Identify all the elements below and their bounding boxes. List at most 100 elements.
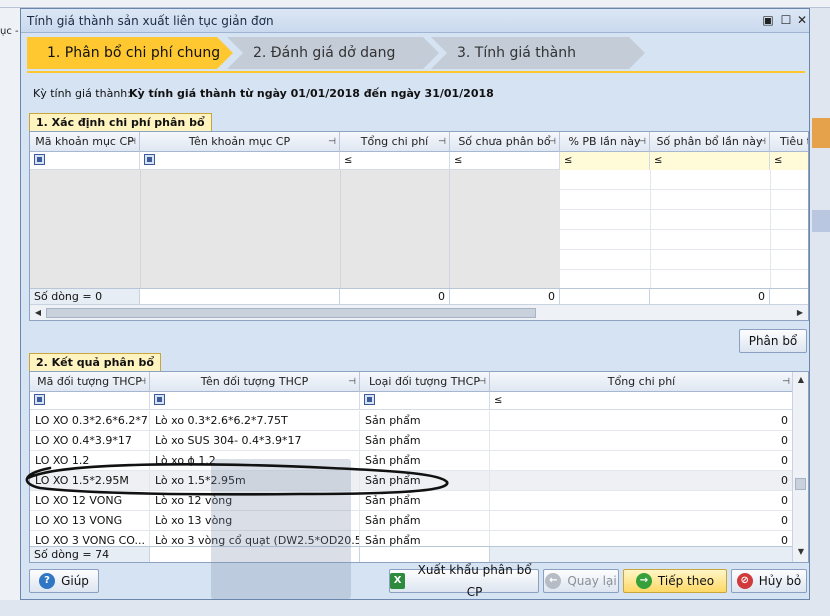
footer-total-cost: 0 [340, 289, 450, 304]
cell-code: LO XO 0.3*2.6*6.2*7... [30, 411, 150, 431]
back-button[interactable]: ← Quay lại [543, 569, 619, 593]
table-row[interactable]: LO XO 1.2 Lò xo ϕ 1.2 Sản phẩm 0 [30, 451, 794, 471]
pin-icon[interactable]: ⊣ [138, 372, 146, 392]
cell-type: Sản phẩm [360, 431, 490, 451]
pin-icon[interactable]: ⊣ [782, 372, 790, 392]
allocate-button[interactable]: Phân bổ [739, 329, 807, 353]
dialog-titlebar[interactable]: Tính giá thành sản xuất liên tục giản đơ… [21, 9, 809, 33]
restore-icon[interactable]: ▣ [761, 13, 775, 27]
filter-cell[interactable]: ≤ [450, 152, 560, 170]
col-criteria[interactable]: Tiêu t [770, 132, 808, 152]
table-row[interactable]: LO XO 13 VONG Lò xo 13 vòng Sản phẩm 0 [30, 511, 794, 531]
background-menu-fragment: ục - [0, 26, 19, 37]
cell-type: Sản phẩm [360, 491, 490, 511]
table-row[interactable]: LO XO 0.3*2.6*6.2*7... Lò xo 0.3*2.6*6.2… [30, 411, 794, 431]
filter-operator[interactable]: ≤ [454, 155, 462, 166]
filter-operator[interactable]: ≤ [654, 155, 662, 166]
cancel-button[interactable]: ⊘ Hủy bỏ [731, 569, 807, 593]
step-allocate-common-cost[interactable]: 1. Phân bổ chi phí chung [27, 37, 233, 69]
filter-operator[interactable]: ≤ [564, 155, 572, 166]
cell-code: LO XO 1.2 [30, 451, 150, 471]
cell-total: 0 [490, 491, 794, 511]
section2-title: 2. Kết quả phân bổ [29, 353, 161, 371]
cancel-icon: ⊘ [736, 573, 753, 589]
table-row-selected[interactable]: LO XO 1.5*2.95M Lò xo 1.5*2.95m Sản phẩm… [30, 471, 794, 491]
cell-code: LO XO 13 VONG [30, 511, 150, 531]
col-object-code[interactable]: Mã đối tượng THCP ⊣ [30, 372, 150, 392]
cell-total: 0 [490, 431, 794, 451]
maximize-icon[interactable]: ☐ [779, 13, 793, 27]
close-icon[interactable]: ✕ [795, 13, 809, 27]
scroll-thumb[interactable] [795, 478, 806, 490]
pin-icon[interactable]: ⊣ [548, 132, 556, 152]
scroll-right-icon[interactable]: ▶ [792, 305, 808, 320]
wizard-steps: 1. Phân bổ chi phí chung 2. Đánh giá dở … [27, 37, 807, 69]
pin-icon[interactable]: ⊣ [128, 132, 136, 152]
grid-empty-body [30, 170, 450, 288]
filter-operator[interactable]: ≤ [344, 155, 352, 166]
step-calculate-cost[interactable]: 3. Tính giá thành [431, 37, 645, 69]
filter-cell[interactable] [150, 392, 360, 410]
pin-icon[interactable]: ⊣ [758, 132, 766, 152]
filter-icon[interactable] [364, 393, 375, 405]
scroll-up-icon[interactable]: ▲ [793, 372, 808, 388]
col-unallocated[interactable]: Số chưa phân bổ ⊣ [450, 132, 560, 152]
horizontal-scrollbar[interactable]: ◀ ▶ [30, 304, 808, 320]
filter-icon[interactable] [154, 393, 165, 405]
filter-cell[interactable]: ≤ [340, 152, 450, 170]
filter-operator[interactable]: ≤ [774, 155, 782, 166]
next-label: Tiếp theo [657, 574, 715, 588]
filter-cell[interactable] [30, 392, 150, 410]
section1-title: 1. Xác định chi phí phân bổ [29, 113, 212, 131]
col-cost-item-name[interactable]: Tên khoản mục CP ⊣ [140, 132, 340, 152]
steps-underline [27, 71, 805, 73]
pin-icon[interactable]: ⊣ [328, 132, 336, 152]
filter-icon[interactable] [144, 153, 155, 165]
col-total-cost[interactable]: Tổng chi phí ⊣ [340, 132, 450, 152]
next-button[interactable]: → Tiếp theo [623, 569, 727, 593]
pin-icon[interactable]: ⊣ [348, 372, 356, 392]
help-button[interactable]: ? Giúp [29, 569, 99, 593]
vertical-scrollbar[interactable]: ▲ ▼ [792, 372, 808, 562]
pin-icon[interactable]: ⊣ [638, 132, 646, 152]
col-allocated-amount[interactable]: Số phân bổ lần này ⊣ [650, 132, 770, 152]
grid-empty-body [450, 170, 808, 288]
footer-allocated: 0 [650, 289, 770, 304]
table-row[interactable]: LO XO 3 VONG CO... Lò xo 3 vòng cổ quạt … [30, 531, 794, 547]
filter-cell[interactable]: ≤ [770, 152, 808, 170]
cell-total: 0 [490, 531, 794, 547]
pin-icon[interactable]: ⊣ [438, 132, 446, 152]
scroll-down-icon[interactable]: ▼ [793, 544, 808, 560]
scroll-thumb[interactable] [46, 308, 536, 318]
cancel-label: Hủy bỏ [758, 574, 802, 588]
step-evaluate-wip[interactable]: 2. Đánh giá dở dang [227, 37, 439, 69]
filter-cell[interactable] [360, 392, 490, 410]
cell-type: Sản phẩm [360, 511, 490, 531]
background-highlight [812, 118, 830, 148]
filter-icon[interactable] [34, 393, 45, 405]
table-row[interactable]: LO XO 12 VONG Lò xo 12 vòng Sản phẩm 0 [30, 491, 794, 511]
pin-icon[interactable]: ⊣ [478, 372, 486, 392]
col-label: Loại đối tượng THCP [369, 375, 480, 388]
col-label: Tên đối tượng THCP [200, 375, 309, 388]
col-label: Tổng chi phí [607, 375, 676, 388]
col-object-type[interactable]: Loại đối tượng THCP ⊣ [360, 372, 490, 392]
col-object-name[interactable]: Tên đối tượng THCP ⊣ [150, 372, 360, 392]
cell-type: Sản phẩm [360, 411, 490, 431]
grid-header: Mã đối tượng THCP ⊣ Tên đối tượng THCP ⊣ L… [30, 372, 794, 392]
col-total-cost[interactable]: Tổng chi phí ⊣ [490, 372, 794, 392]
arrow-right-icon: → [635, 573, 652, 589]
filter-cell[interactable]: ≤ [560, 152, 650, 170]
filter-icon[interactable] [34, 153, 45, 165]
grid-filter-row: ≤ [30, 392, 794, 410]
filter-cell[interactable] [30, 152, 140, 170]
filter-operator[interactable]: ≤ [494, 395, 502, 406]
filter-cell[interactable]: ≤ [490, 392, 794, 410]
filter-cell[interactable] [140, 152, 340, 170]
col-allocation-percent[interactable]: % PB lần này ⊣ [560, 132, 650, 152]
col-cost-item-code[interactable]: Mã khoản mục CP ⊣ [30, 132, 140, 152]
export-allocation-button[interactable]: X Xuất khẩu phân bổ CP [389, 563, 539, 599]
table-row[interactable]: LO XO 0.4*3.9*17 Lò xo SUS 304- 0.4*3.9*… [30, 431, 794, 451]
filter-cell[interactable]: ≤ [650, 152, 770, 170]
scroll-left-icon[interactable]: ◀ [30, 305, 46, 320]
